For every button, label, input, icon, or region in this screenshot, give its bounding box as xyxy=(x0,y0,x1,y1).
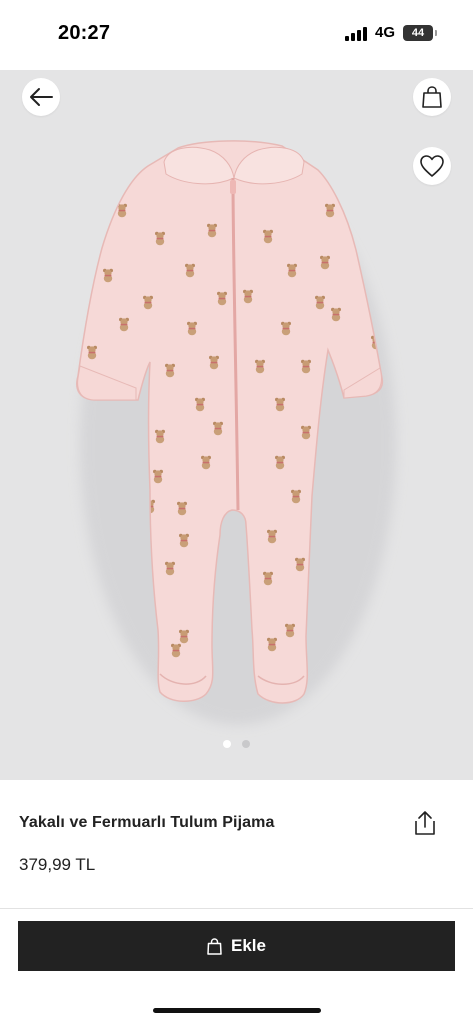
share-icon xyxy=(415,811,435,835)
network-type: 4G xyxy=(374,24,395,41)
status-indicators: 4G 44 xyxy=(344,24,437,41)
product-info: Yakalı ve Fermuarlı Tulum Pijama 379,99 … xyxy=(0,780,473,908)
shopping-bag-icon xyxy=(422,86,442,108)
battery-icon: 44 xyxy=(403,24,437,41)
back-button[interactable] xyxy=(22,78,60,116)
gallery-pagination xyxy=(0,740,473,748)
status-bar: 20:27 4G 44 xyxy=(0,0,473,70)
add-to-bag-label: Ekle xyxy=(231,936,266,955)
add-to-bag-button[interactable]: Ekle xyxy=(18,921,455,971)
divider xyxy=(0,908,473,909)
product-image xyxy=(76,140,396,725)
pagination-dot[interactable] xyxy=(242,740,250,748)
pagination-dot-active[interactable] xyxy=(223,740,231,748)
status-time: 20:27 xyxy=(58,22,111,44)
shopping-bag-button[interactable] xyxy=(413,78,451,116)
heart-icon xyxy=(420,155,444,177)
product-price: 379,99 TL xyxy=(19,855,96,874)
favorite-button[interactable] xyxy=(413,147,451,185)
home-indicator xyxy=(153,1008,321,1013)
product-gallery[interactable] xyxy=(0,70,473,780)
share-button[interactable] xyxy=(408,806,442,840)
product-title: Yakalı ve Fermuarlı Tulum Pijama xyxy=(19,814,275,831)
arrow-left-icon xyxy=(30,88,53,106)
cellular-signal-icon xyxy=(344,25,367,41)
battery-level: 44 xyxy=(411,26,425,39)
shopping-bag-icon xyxy=(207,937,222,955)
